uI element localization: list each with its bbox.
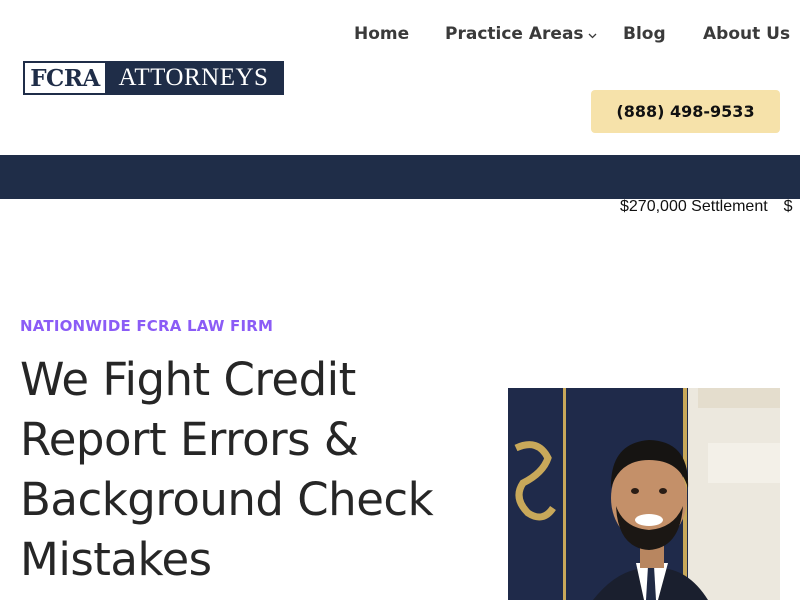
logo-text-attorneys: ATTORNEYS	[105, 63, 282, 93]
main-nav: Home Practice Areas Blog About Us	[0, 24, 800, 46]
phone-button[interactable]: (888) 498-9533	[591, 90, 780, 133]
nav-home[interactable]: Home	[354, 24, 409, 44]
ticker-item: $	[783, 198, 793, 215]
attorney-photo	[508, 388, 780, 600]
hero-eyebrow: NATIONWIDE FCRA LAW FIRM	[20, 317, 274, 335]
logo-text-fcra: FCRA	[25, 63, 105, 93]
ticker-item: $270,000 Settlement	[620, 198, 768, 215]
phone-number: (888) 498-9533	[616, 102, 755, 121]
nav-practice-areas-label: Practice Areas	[445, 24, 584, 44]
nav-blog[interactable]: Blog	[623, 24, 666, 44]
site-logo[interactable]: FCRA ATTORNEYS	[23, 61, 284, 95]
nav-practice-areas[interactable]: Practice Areas	[445, 24, 597, 44]
settlement-ticker: $270,000 Settlement $	[620, 198, 800, 216]
nav-about-us[interactable]: About Us	[703, 24, 790, 44]
navy-banner	[0, 155, 800, 199]
chevron-down-icon	[588, 24, 597, 44]
hero-headline: We Fight Credit Report Errors & Backgrou…	[20, 353, 434, 586]
